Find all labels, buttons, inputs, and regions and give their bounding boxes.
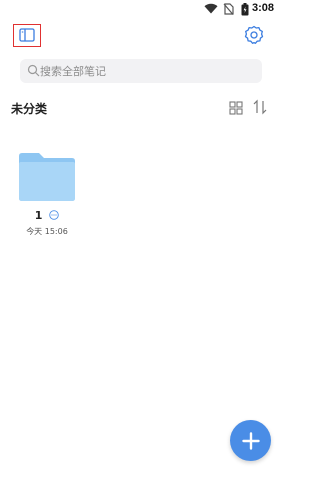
wifi-icon bbox=[204, 3, 218, 14]
status-time: 3:08 bbox=[251, 2, 274, 14]
folder-icon bbox=[19, 153, 75, 201]
no-sim-icon bbox=[223, 3, 234, 15]
folder-name-row: 1 bbox=[17, 208, 77, 222]
gear-icon bbox=[244, 25, 264, 44]
sidebar-toggle-button[interactable] bbox=[13, 24, 41, 47]
search-bar[interactable] bbox=[20, 59, 262, 83]
folder-timestamp: 今天 15:06 bbox=[26, 227, 68, 236]
sort-icon bbox=[253, 99, 267, 115]
search-icon bbox=[27, 64, 40, 77]
search-input[interactable] bbox=[40, 59, 250, 83]
battery-icon bbox=[241, 3, 249, 16]
status-bar: 3:08 bbox=[0, 0, 281, 20]
grid-view-button[interactable] bbox=[229, 100, 243, 115]
folder-card[interactable]: 1 今天 15:06 bbox=[17, 150, 77, 245]
grid-view-icon bbox=[229, 101, 243, 115]
sort-button[interactable] bbox=[253, 99, 267, 115]
sidebar-toggle-icon bbox=[19, 28, 35, 42]
folder-name: 1 bbox=[34, 208, 43, 222]
more-options-icon[interactable] bbox=[49, 210, 60, 220]
plus-icon bbox=[241, 431, 260, 450]
add-note-button[interactable] bbox=[230, 420, 271, 461]
section-title: 未分类 bbox=[11, 102, 48, 116]
settings-button[interactable] bbox=[244, 25, 264, 45]
